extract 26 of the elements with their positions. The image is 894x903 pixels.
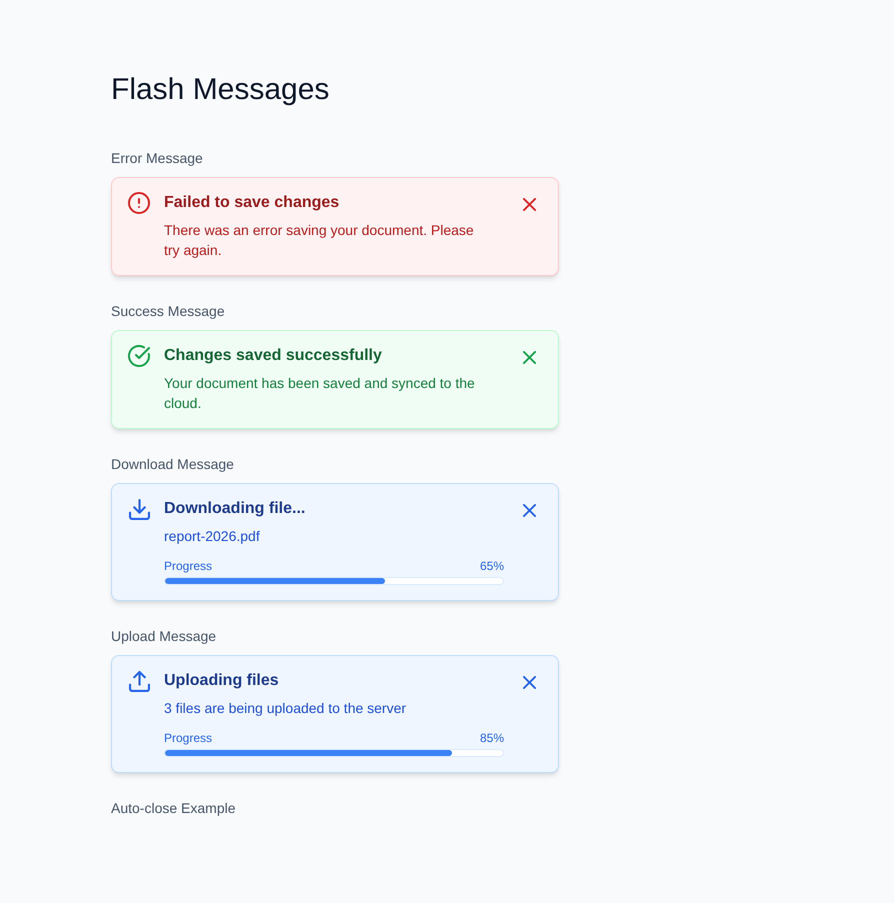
check-circle-icon <box>128 345 150 367</box>
page-title: Flash Messages <box>111 72 330 108</box>
message-title: Changes saved successfully <box>164 346 383 366</box>
progress-percent: 85% <box>480 730 504 746</box>
message-text: report-2026.pdf <box>164 527 261 546</box>
message-text: There was an error saving your document. Please try again. <box>164 221 475 260</box>
alert-circle-icon <box>128 192 150 214</box>
download-icon <box>129 499 150 520</box>
progress-label: Progress <box>164 730 212 746</box>
section-label: Error Message <box>111 149 204 168</box>
message-title: Uploading files <box>164 671 280 691</box>
close-icon <box>522 504 536 516</box>
close-icon <box>522 676 536 688</box>
close-icon <box>522 350 536 364</box>
message-title: Downloading file... <box>164 499 306 519</box>
message-title: Failed to save changes <box>164 193 340 213</box>
section-label: Success Message <box>111 302 226 321</box>
message-text: Your document has been saved and synced to the cloud. <box>164 374 476 413</box>
message-text: 3 files are being uploaded to the server <box>164 699 408 718</box>
section-label: Auto-close Example <box>111 799 237 818</box>
progress-label: Progress <box>164 558 212 574</box>
section-label: Download Message <box>111 455 235 474</box>
upload-icon <box>129 671 150 692</box>
progress-percent: 65% <box>480 558 504 574</box>
section-label: Upload Message <box>111 627 218 646</box>
close-icon <box>522 198 536 210</box>
